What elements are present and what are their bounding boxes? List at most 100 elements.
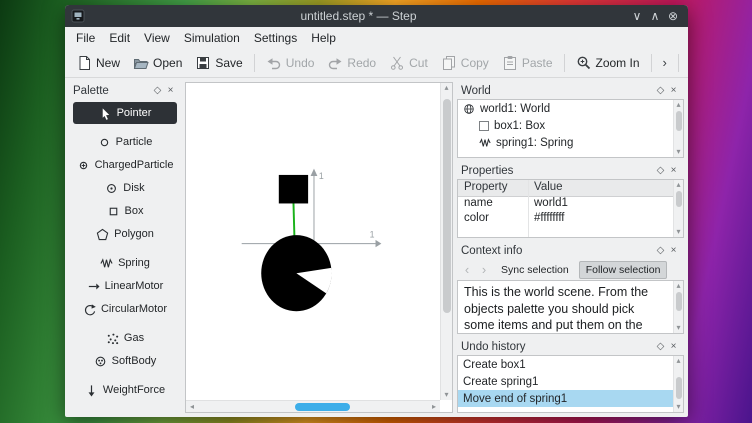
close-panel-icon[interactable]: × xyxy=(164,85,177,96)
toolbar-separator xyxy=(564,54,565,72)
back-button[interactable]: ‹ xyxy=(460,262,474,277)
palette-item-linearmotor[interactable]: LinearMotor xyxy=(73,275,177,297)
open-button[interactable]: Open xyxy=(127,52,188,74)
float-panel-icon[interactable]: ◇ xyxy=(654,165,667,176)
column-header-property[interactable]: Property xyxy=(458,180,528,196)
chevron-right-icon: › xyxy=(663,55,667,70)
close-panel-icon[interactable]: × xyxy=(667,85,680,96)
close-panel-icon[interactable]: × xyxy=(667,341,680,352)
close-panel-icon[interactable]: × xyxy=(667,245,680,256)
tree-item-world1[interactable]: world1: World xyxy=(458,100,673,117)
new-button[interactable]: New xyxy=(70,52,126,74)
palette-item-softbody[interactable]: SoftBody xyxy=(73,350,177,372)
scroll-up-icon[interactable]: ▴ xyxy=(674,100,684,110)
cut-icon xyxy=(389,55,405,71)
menu-settings[interactable]: Settings xyxy=(247,29,304,47)
palette-item-spring[interactable]: Spring xyxy=(73,252,177,274)
palette-item-disk[interactable]: Disk xyxy=(73,177,177,199)
undo-item-create-box1[interactable]: Create box1 xyxy=(458,356,673,373)
close-button[interactable]: ⊗ xyxy=(664,9,682,23)
undo-item-create-spring1[interactable]: Create spring1 xyxy=(458,373,673,390)
properties-table: Property Value name world1 color #ffffff… xyxy=(458,180,673,237)
menu-help[interactable]: Help xyxy=(304,29,343,47)
canvas-horizontal-scrollbar[interactable]: ◂ ▸ xyxy=(186,400,440,412)
palette-item-box[interactable]: Box xyxy=(73,200,177,222)
gas-icon xyxy=(106,332,119,345)
properties-scrollbar[interactable]: ▴ ▾ xyxy=(673,180,683,237)
zoom-in-button[interactable]: Zoom In xyxy=(570,52,646,74)
zoom-in-button-label: Zoom In xyxy=(596,56,640,70)
item-checkbox[interactable] xyxy=(479,121,489,131)
palette-item-pointer[interactable]: Pointer xyxy=(73,102,177,124)
float-panel-icon[interactable]: ◇ xyxy=(654,245,667,256)
scroll-up-icon[interactable]: ▴ xyxy=(674,356,684,366)
undo-item-move-end-of-spring1[interactable]: Move end of spring1 xyxy=(458,390,673,407)
charged-particle-icon xyxy=(77,159,90,172)
box1-object[interactable] xyxy=(279,175,308,204)
canvas-vertical-scrollbar[interactable]: ▴ ▾ xyxy=(440,83,452,400)
scroll-left-icon[interactable]: ◂ xyxy=(186,402,198,412)
palette-item-weightforce[interactable]: WeightForce xyxy=(73,379,177,401)
scrollbar-thumb[interactable] xyxy=(676,292,682,311)
scrollbar-thumb[interactable] xyxy=(676,377,682,399)
simulate-button[interactable]: Simulate ▾ xyxy=(684,52,688,74)
save-button[interactable]: Save xyxy=(189,52,248,74)
scroll-up-icon[interactable]: ▴ xyxy=(674,281,684,291)
forward-button[interactable]: › xyxy=(477,262,491,277)
paste-button[interactable]: Paste xyxy=(496,52,559,74)
new-document-icon xyxy=(76,55,92,71)
property-value-cell[interactable]: world1 xyxy=(528,197,673,212)
tree-item-spring1[interactable]: spring1: Spring xyxy=(458,134,673,151)
float-panel-icon[interactable]: ◇ xyxy=(654,341,667,352)
column-header-value[interactable]: Value xyxy=(528,180,673,196)
toolbar-extension-button[interactable]: › xyxy=(657,52,673,73)
property-value-cell[interactable]: #ffffffff xyxy=(528,212,673,227)
menu-simulation[interactable]: Simulation xyxy=(177,29,247,47)
cut-button[interactable]: Cut xyxy=(383,52,434,74)
minimize-button[interactable]: ∨ xyxy=(628,9,646,23)
tree-item-box1[interactable]: box1: Box xyxy=(458,117,673,134)
world-canvas[interactable]: 1 1 ▴ ▾ ◂ ▸ xyxy=(185,82,453,413)
spring-icon xyxy=(100,257,113,270)
property-row-name[interactable]: name world1 xyxy=(458,197,673,212)
menu-view[interactable]: View xyxy=(137,29,177,47)
float-panel-icon[interactable]: ◇ xyxy=(151,85,164,96)
titlebar[interactable]: untitled.step * — Step ∨ ∧ ⊗ xyxy=(65,5,688,27)
palette-item-circularmotor[interactable]: CircularMotor xyxy=(73,298,177,320)
scroll-down-icon[interactable]: ▾ xyxy=(674,147,684,157)
scrollbar-thumb[interactable] xyxy=(295,403,350,411)
copy-button[interactable]: Copy xyxy=(435,52,495,74)
box-icon xyxy=(107,205,120,218)
scroll-right-icon[interactable]: ▸ xyxy=(428,402,440,412)
float-panel-icon[interactable]: ◇ xyxy=(654,85,667,96)
follow-selection-button[interactable]: Follow selection xyxy=(579,261,668,279)
scroll-down-icon[interactable]: ▾ xyxy=(674,402,684,412)
disk-object[interactable] xyxy=(261,235,331,311)
world-scrollbar[interactable]: ▴ ▾ xyxy=(673,100,683,157)
redo-button[interactable]: Redo xyxy=(321,52,382,74)
scroll-down-icon[interactable]: ▾ xyxy=(674,323,684,333)
scrollbar-thumb[interactable] xyxy=(676,111,682,131)
scroll-down-icon[interactable]: ▾ xyxy=(441,390,453,400)
undo-button[interactable]: Undo xyxy=(260,52,321,74)
scene: 1 1 xyxy=(186,83,440,400)
palette-item-particle[interactable]: Particle xyxy=(73,131,177,153)
sync-selection-button[interactable]: Sync selection xyxy=(494,261,576,279)
palette-item-chargedparticle[interactable]: ChargedParticle xyxy=(73,154,177,176)
menu-edit[interactable]: Edit xyxy=(102,29,137,47)
close-panel-icon[interactable]: × xyxy=(667,165,680,176)
scroll-up-icon[interactable]: ▴ xyxy=(674,180,684,190)
palette-item-polygon[interactable]: Polygon xyxy=(73,223,177,245)
scroll-up-icon[interactable]: ▴ xyxy=(441,83,453,93)
scroll-down-icon[interactable]: ▾ xyxy=(674,227,684,237)
context-info-scrollbar[interactable]: ▴ ▾ xyxy=(673,281,683,333)
scrollbar-thumb[interactable] xyxy=(443,99,451,313)
menu-file[interactable]: File xyxy=(69,29,102,47)
property-row-color[interactable]: color #ffffffff xyxy=(458,212,673,227)
palette-item-gas[interactable]: Gas xyxy=(73,327,177,349)
palette-item-label: Polygon xyxy=(114,228,154,240)
undo-history-scrollbar[interactable]: ▴ ▾ xyxy=(673,356,683,412)
scrollbar-thumb[interactable] xyxy=(676,191,682,208)
maximize-button[interactable]: ∧ xyxy=(646,9,664,23)
cut-button-label: Cut xyxy=(409,56,428,70)
